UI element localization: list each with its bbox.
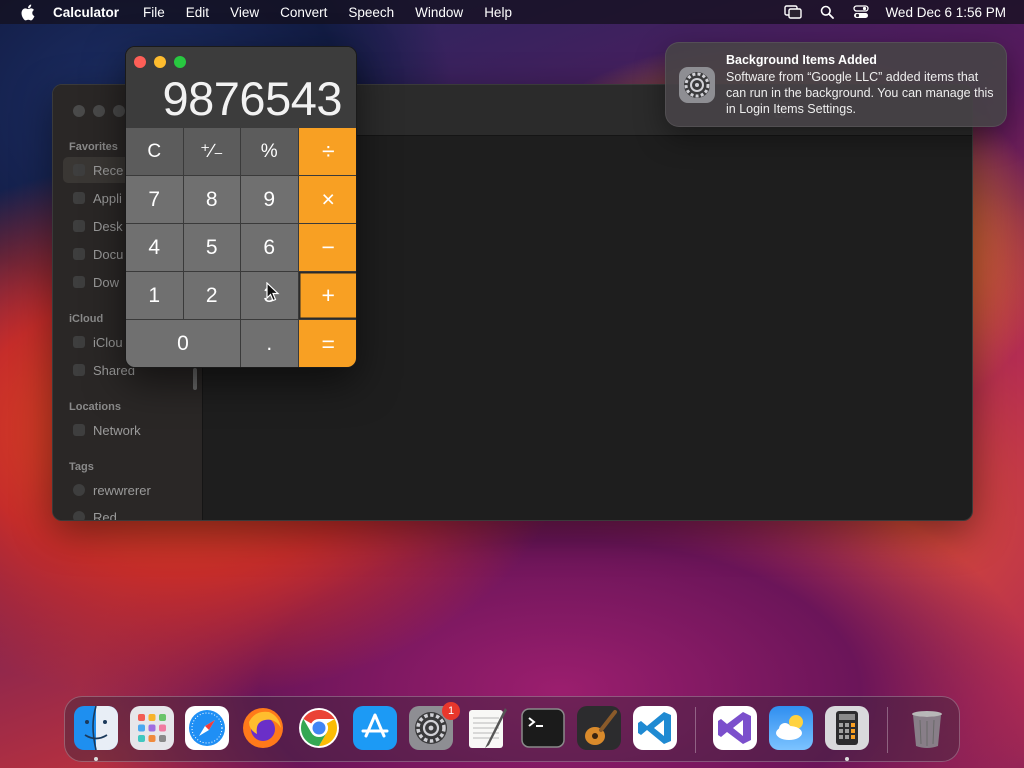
calculator-display-area: 9876543 [126, 47, 356, 128]
sidebar-scrollbar[interactable] [193, 368, 197, 390]
sidebar-item-label: Docu [93, 246, 124, 262]
calculator-minimize-button[interactable] [154, 56, 166, 68]
downloads-icon [73, 276, 85, 288]
terminal-icon[interactable] [521, 706, 565, 750]
chrome-icon[interactable] [297, 706, 341, 750]
key-subtract[interactable]: − [298, 224, 356, 272]
dock-separator [887, 707, 888, 753]
key-6[interactable]: 6 [241, 224, 299, 272]
key-add[interactable]: + [298, 272, 356, 320]
sidebar-item-label: Red [93, 509, 117, 521]
finder-zoom-button[interactable] [113, 105, 125, 117]
key-5[interactable]: 5 [183, 224, 241, 272]
notification-body: Software from “Google LLC” added items t… [726, 70, 994, 116]
vscode-icon[interactable] [633, 706, 677, 750]
trash-icon[interactable] [905, 706, 949, 750]
dock-separator [695, 707, 696, 753]
spotlight-search-icon[interactable] [817, 3, 837, 21]
sidebar-item-label: Desk [93, 218, 123, 234]
mouse-pointer-icon [266, 282, 280, 302]
menu-window[interactable]: Window [415, 5, 463, 20]
menubar-status-area: Wed Dec 6 1:56 PM [769, 0, 1006, 24]
menu-speech[interactable]: Speech [348, 5, 394, 20]
icloud-icon [73, 336, 85, 348]
calculator-display: 9876543 [162, 72, 343, 125]
sidebar-item-label: Rece [93, 162, 124, 178]
key-7[interactable]: 7 [126, 176, 184, 224]
menu-view[interactable]: View [230, 5, 259, 20]
calculator-close-button[interactable] [134, 56, 146, 68]
screen-mirroring-icon[interactable] [783, 3, 803, 21]
notification-badge: 1 [442, 702, 460, 720]
garageband-icon[interactable] [577, 706, 621, 750]
apple-icon[interactable] [17, 2, 37, 22]
visual-studio-icon[interactable] [713, 706, 757, 750]
key-9[interactable]: 9 [241, 176, 299, 224]
key-multiply[interactable]: × [298, 176, 356, 224]
sidebar-item-label: rewwrerer [93, 482, 151, 498]
sidebar-heading-tags: Tags [69, 461, 94, 473]
menu-bar: Calculator File Edit View Convert Speech… [0, 0, 1024, 24]
menu-file[interactable]: File [143, 5, 165, 20]
menu-help[interactable]: Help [484, 5, 512, 20]
menu-app-calculator[interactable]: Calculator [53, 5, 119, 20]
key-decimal[interactable]: . [241, 320, 299, 367]
sidebar-heading-locations: Locations [69, 401, 121, 413]
calculator-window: 9876543 C ⁺∕₋ % ÷ 7 8 9 × 4 5 6 − 1 2 3 … [125, 46, 357, 368]
sidebar-item-tag-rewwrerer[interactable]: rewwrerer [63, 477, 195, 503]
sidebar-heading-favorites: Favorites [69, 141, 118, 153]
key-2[interactable]: 2 [183, 272, 241, 320]
key-toggle-sign[interactable]: ⁺∕₋ [183, 128, 241, 176]
recents-icon [73, 164, 85, 176]
control-center-icon[interactable] [851, 3, 871, 21]
sidebar-item-label: Appli [93, 190, 122, 206]
documents-icon [73, 248, 85, 260]
sidebar-heading-icloud: iCloud [69, 313, 104, 325]
key-clear[interactable]: C [126, 128, 184, 176]
key-8[interactable]: 8 [183, 176, 241, 224]
key-percent[interactable]: % [241, 128, 299, 176]
applications-icon [73, 192, 85, 204]
firefox-icon[interactable] [241, 706, 285, 750]
sidebar-item-network[interactable]: Network [63, 417, 195, 443]
textedit-icon[interactable] [465, 706, 509, 750]
menu-edit[interactable]: Edit [186, 5, 209, 20]
shared-folder-icon [73, 364, 85, 376]
safari-icon[interactable] [185, 706, 229, 750]
running-indicator [845, 757, 849, 761]
weather-icon[interactable] [769, 706, 813, 750]
sidebar-item-label: Dow [93, 274, 120, 290]
finder-close-button[interactable] [73, 105, 85, 117]
menubar-clock[interactable]: Wed Dec 6 1:56 PM [885, 5, 1006, 20]
calculator-icon[interactable] [825, 706, 869, 750]
menu-convert[interactable]: Convert [280, 5, 327, 20]
key-divide[interactable]: ÷ [298, 128, 356, 176]
calculator-zoom-button[interactable] [174, 56, 186, 68]
calculator-keypad: C ⁺∕₋ % ÷ 7 8 9 × 4 5 6 − 1 2 3 + 0 . = [126, 128, 356, 367]
finder-icon[interactable] [74, 705, 118, 751]
key-0[interactable]: 0 [126, 320, 241, 367]
finder-minimize-button[interactable] [93, 105, 105, 117]
calculator-window-controls [134, 56, 186, 68]
key-4[interactable]: 4 [126, 224, 184, 272]
system-settings-icon [678, 66, 716, 104]
tag-color-icon [73, 484, 85, 496]
key-equals[interactable]: = [298, 320, 356, 367]
sidebar-item-tag-red[interactable]: Red [63, 504, 195, 521]
tag-color-icon [73, 511, 85, 520]
sidebar-item-label: Network [93, 422, 141, 438]
launchpad-icon[interactable] [130, 706, 174, 750]
network-icon [73, 424, 85, 436]
sidebar-item-label: iClou [93, 334, 123, 350]
dock: 1 [64, 696, 960, 762]
notification-title: Background Items Added [726, 53, 877, 67]
key-1[interactable]: 1 [126, 272, 184, 320]
notification-banner[interactable]: Background Items Added Software from “Go… [665, 42, 1007, 127]
desktop-icon [73, 220, 85, 232]
finder-window-controls [73, 105, 125, 117]
app-store-icon[interactable] [353, 706, 397, 750]
running-indicator [94, 757, 98, 761]
